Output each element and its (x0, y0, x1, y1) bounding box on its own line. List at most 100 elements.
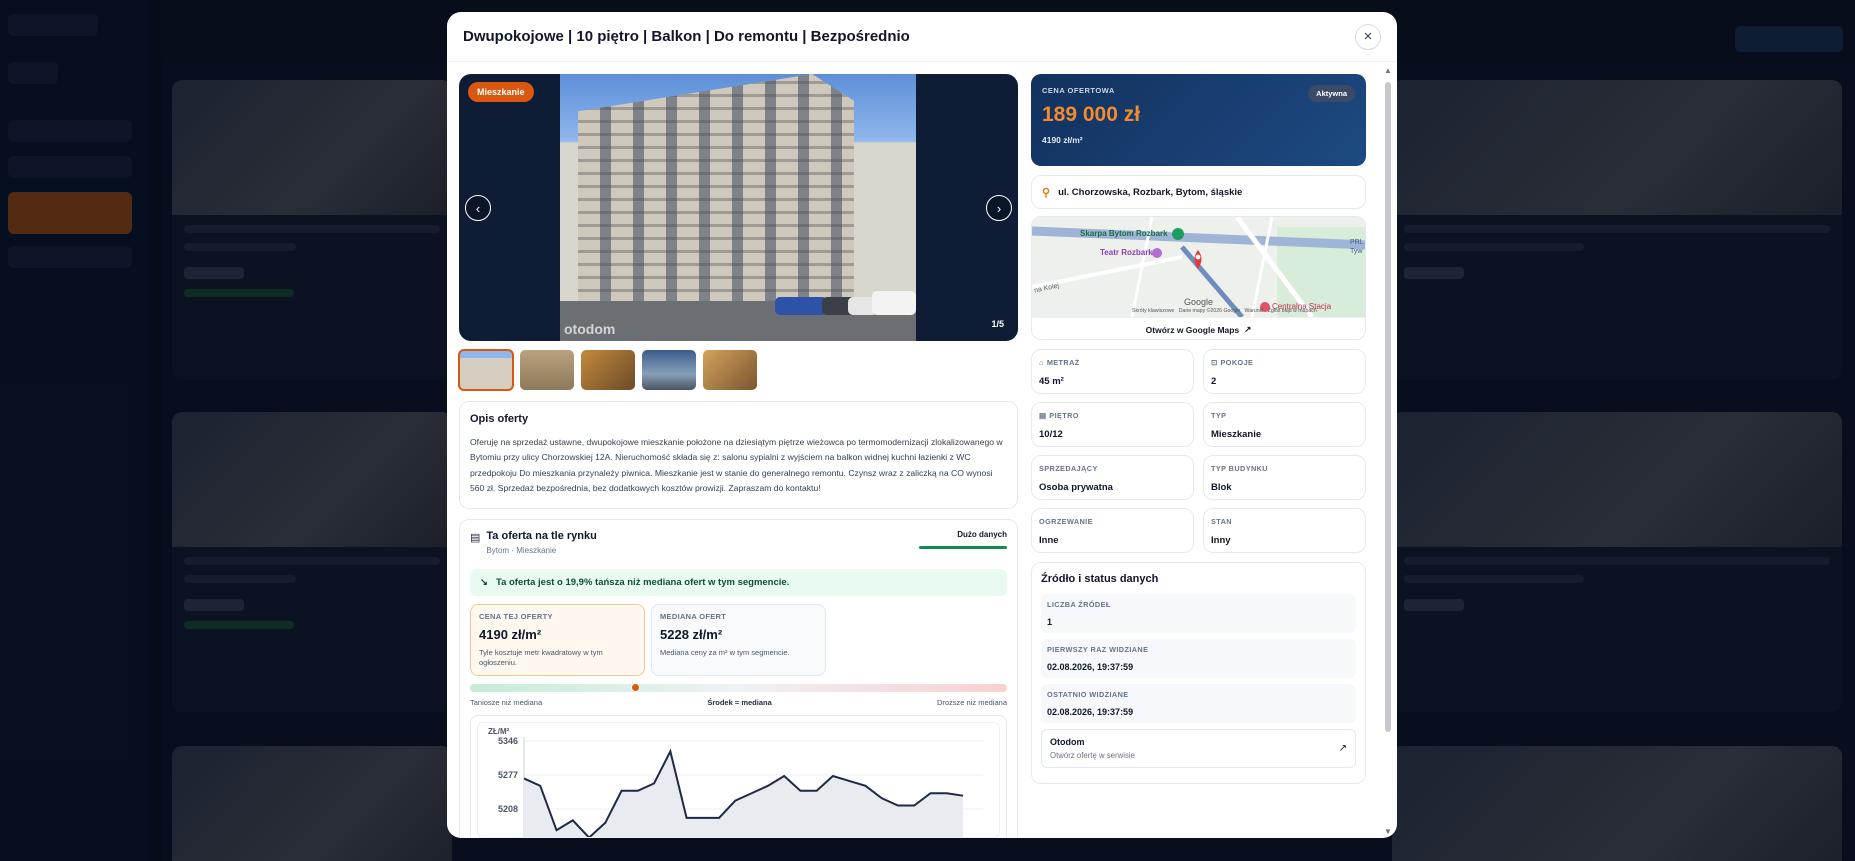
modal-title: Dwupokojowe | 10 piętro | Balkon | Do re… (463, 28, 910, 45)
scale-left-label: Taniosze niż mediana (470, 698, 543, 708)
y-tick-label: 5277 (498, 770, 518, 780)
address-card: ⚲ ul. Chorzowska, Rozbark, Bytom, śląski… (1031, 175, 1366, 209)
price-per-sqm: 4190 zł/m² (1042, 135, 1083, 145)
this-offer-stat: CENA TEJ OFERTY 4190 zł/m² Tyle kosztuje… (470, 604, 645, 677)
market-subtitle: Bytom · Mieszkanie (486, 546, 557, 556)
photo-counter: 1/5 (991, 319, 1004, 329)
fact-label: ⊡ POKOJE (1211, 358, 1254, 367)
chevron-left-icon: ‹ (475, 200, 481, 216)
fact-label: OGRZEWANIE (1039, 517, 1093, 526)
fact-card: TYP Mieszkanie (1203, 402, 1366, 447)
google-logo: Google (1184, 297, 1214, 307)
fact-card: SPRZEDAJĄCY Osoba prywatna (1031, 455, 1194, 500)
close-icon: × (1363, 28, 1373, 45)
location-pin-icon: ⚲ (1042, 186, 1051, 199)
source-link-desc: Otwórz ofertę w serwisie (1050, 751, 1135, 760)
trend-down-icon: ↘ (480, 577, 488, 589)
fact-label: SPRZEDAJĄCY (1039, 464, 1098, 473)
source-row: OSTATNIO WIDZIANE 02.08.2026, 19:37:59 (1041, 684, 1356, 723)
status-badge: Aktywna (1308, 85, 1355, 102)
fact-value: Inne (1039, 535, 1059, 546)
fact-value: 45 m² (1039, 376, 1064, 387)
external-link-icon: ↗ (1338, 743, 1347, 754)
fact-label: TYP (1211, 411, 1227, 420)
property-facts: ⌂ METRAŻ 45 m² ⊡ POKOJE 2 ▤ PIĘTRO 10/12 TYP Miesz… (1031, 349, 1366, 553)
open-google-maps-link[interactable]: Otwórz w Google Maps ↗ (1032, 317, 1365, 339)
fact-label: ⌂ METRAŻ (1039, 358, 1080, 367)
photo-gallery: otodom Mieszkanie ‹ › 1/5 (459, 74, 1018, 341)
chevron-right-icon: › (996, 200, 1002, 216)
photo-watermark: otodom (564, 321, 616, 337)
fact-value: 2 (1211, 376, 1217, 387)
price-comparison-highlight: ↘ Ta oferta jest o 19,9% tańsza niż medi… (470, 569, 1007, 597)
thumbnail[interactable] (642, 350, 696, 390)
fact-card: STAN Inny (1203, 508, 1366, 553)
price-card: CENA OFERTOWA 189 000 zł 4190 zł/m² Akty… (1031, 74, 1366, 166)
description-text: Oferuję na sprzedaż ustawne, dwupokojowe… (470, 437, 1003, 493)
close-button[interactable]: × (1355, 23, 1381, 50)
thumbnail[interactable] (458, 349, 514, 391)
fact-card: OGRZEWANIE Inne (1031, 508, 1194, 553)
bar-chart-icon: ▤ (470, 532, 481, 545)
map-label: Teatr Rozbark (1100, 248, 1153, 257)
source-title: Źródło i status danych (1041, 573, 1159, 585)
y-tick-label: 5346 (498, 736, 518, 746)
thumbnail[interactable] (581, 350, 635, 390)
scale-right-label: Droższe niż mediana (936, 698, 1007, 708)
main-photo[interactable]: otodom (560, 74, 916, 341)
modal-header: Dwupokojowe | 10 piętro | Balkon | Do re… (447, 12, 1397, 62)
description-title: Opis oferty (470, 413, 529, 425)
map-view[interactable]: Skarpa Bytom Rozbark Teatr Rozbark Centr… (1032, 217, 1365, 317)
fact-value: Mieszkanie (1211, 429, 1262, 440)
address-text: ul. Chorzowska, Rozbark, Bytom, śląskie (1058, 186, 1243, 198)
thumbnail-strip (458, 349, 1018, 391)
data-amount-label: Dużo danych (957, 530, 1007, 540)
listing-details-modal: Dwupokojowe | 10 piętro | Balkon | Do re… (447, 12, 1397, 838)
fact-icon: ▤ (1039, 411, 1047, 420)
scale-mid-label: Środek = mediana (707, 698, 772, 708)
source-row: LICZBA ŹRÓDEŁ 1 (1041, 594, 1356, 633)
price-value: 189 000 zł (1042, 103, 1141, 126)
fact-card: ▤ PIĘTRO 10/12 (1031, 402, 1194, 447)
market-title: Ta oferta na tle rynku (486, 530, 597, 543)
thumbnail[interactable] (703, 350, 757, 390)
price-area (524, 751, 963, 838)
prev-photo-button[interactable]: ‹ (465, 195, 491, 221)
map-label: Tyw (1350, 248, 1363, 255)
fact-card: ⊡ POKOJE 2 (1203, 349, 1366, 394)
map-label: Skarpa Bytom Rozbark (1080, 229, 1168, 238)
median-stat: MEDIANA OFERT 5228 zł/m² Mediana ceny za… (651, 604, 826, 677)
y-tick-label: 5208 (498, 804, 518, 814)
open-source-link[interactable]: Otodom Otwórz ofertę w serwisie ↗ (1041, 729, 1356, 768)
fact-label: ▤ PIĘTRO (1039, 411, 1079, 420)
description-card: Opis oferty Oferuję na sprzedaż ustawne,… (459, 401, 1018, 510)
price-position-scale (470, 683, 1007, 693)
thumbnail[interactable] (520, 350, 574, 390)
fact-card: ⌂ METRAŻ 45 m² (1031, 349, 1194, 394)
modal-scrollbar[interactable]: ▲ ▼ (1384, 66, 1392, 836)
scroll-thumb[interactable] (1385, 82, 1391, 732)
fact-label: TYP BUDYNKU (1211, 464, 1268, 473)
next-photo-button[interactable]: › (986, 195, 1012, 221)
scroll-down-icon[interactable]: ▼ (1384, 827, 1392, 836)
external-link-icon: ↗ (1244, 324, 1252, 334)
price-chart-svg: ZŁ/M²5346 5277 5208 (488, 727, 983, 838)
y-axis-label: ZŁ/M² (488, 727, 510, 736)
offer-position-marker (631, 683, 641, 693)
data-amount-bar (919, 546, 1007, 550)
price-history-chart: ZŁ/M² 5346 5277 5208 (470, 715, 1007, 838)
fact-value: 10/12 (1039, 429, 1063, 440)
source-status-card: Źródło i status danych LICZBA ŹRÓDEŁ 1 P… (1031, 562, 1366, 784)
left-column: otodom Mieszkanie ‹ › 1/5 Opis oferty Of… (458, 74, 1018, 838)
fact-label: STAN (1211, 517, 1232, 526)
fact-card: TYP BUDYNKU Blok (1203, 455, 1366, 500)
scroll-up-icon[interactable]: ▲ (1384, 66, 1392, 75)
fact-value: Osoba prywatna (1039, 482, 1113, 493)
source-link-name: Otodom (1050, 737, 1085, 747)
right-column: CENA OFERTOWA 189 000 zł 4190 zł/m² Akty… (1031, 74, 1366, 784)
source-row: PIERWSZY RAZ WIDZIANE 02.08.2026, 19:37:… (1041, 639, 1356, 678)
fact-value: Inny (1211, 535, 1231, 546)
map-label: PRL (1350, 239, 1364, 246)
map-footer: Skróty klawiszowe Dane mapy ©2026 Google… (1132, 308, 1317, 314)
map-card: Skarpa Bytom Rozbark Teatr Rozbark Centr… (1031, 216, 1366, 340)
